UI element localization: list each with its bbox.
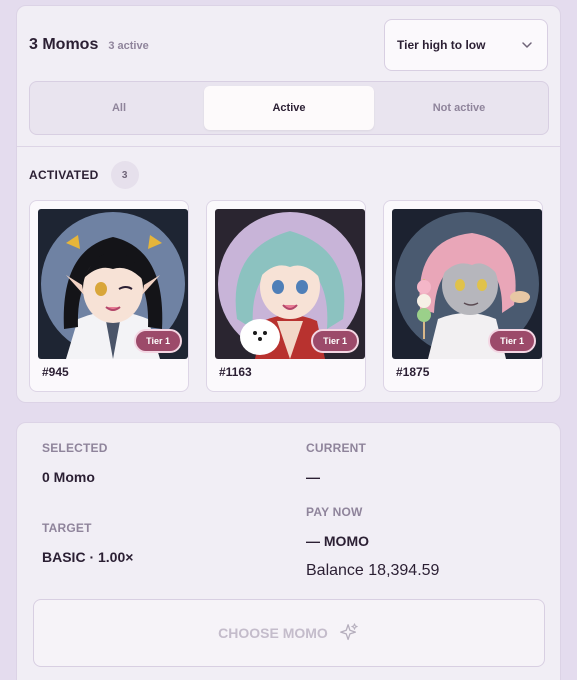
- momo-avatar-image: Tier 1: [392, 209, 542, 359]
- filter-active[interactable]: Active: [204, 86, 374, 130]
- current-label: CURRENT: [306, 441, 367, 455]
- momo-card[interactable]: Tier 1 #1875: [383, 200, 543, 392]
- momo-card[interactable]: Tier 1 #1163: [206, 200, 366, 392]
- chevron-down-icon: [522, 42, 532, 48]
- current-value: —: [306, 469, 320, 485]
- sort-dropdown[interactable]: Tier high to low: [384, 19, 548, 71]
- pay-now-value: — MOMO: [306, 533, 369, 549]
- pay-now-label: PAY NOW: [306, 505, 363, 519]
- page-title: 3 Momos: [29, 36, 99, 53]
- selected-value: 0 Momo: [42, 469, 95, 485]
- momo-id: #945: [42, 365, 69, 379]
- selected-label: SELECTED: [42, 441, 108, 455]
- divider: [17, 146, 560, 147]
- filter-all[interactable]: All: [34, 86, 204, 130]
- choose-momo-label: CHOOSE MOMO: [218, 625, 328, 641]
- section-count-badge: 3: [110, 161, 139, 189]
- summary-panel: SELECTED 0 Momo CURRENT — TARGET BASIC ·…: [16, 422, 561, 680]
- section-header: ACTIVATED 3: [29, 161, 139, 189]
- momo-avatar-image: Tier 1: [215, 209, 365, 359]
- tier-badge: Tier 1: [134, 329, 182, 353]
- section-label: ACTIVATED: [29, 168, 99, 182]
- balance-text: Balance 18,394.59: [306, 562, 440, 579]
- choose-momo-button[interactable]: CHOOSE MOMO: [33, 599, 545, 667]
- sparkle-icon: [339, 623, 358, 641]
- active-count: 3 active: [108, 40, 149, 52]
- momo-avatar-image: Tier 1: [38, 209, 188, 359]
- target-value: BASIC · 1.00×: [42, 549, 134, 565]
- momo-id: #1875: [396, 365, 430, 379]
- list-header: 3 Momos 3 active: [29, 36, 149, 54]
- tier-badge: Tier 1: [311, 329, 359, 353]
- tier-badge: Tier 1: [488, 329, 536, 353]
- momo-card[interactable]: Tier 1 #945: [29, 200, 189, 392]
- filter-not-active[interactable]: Not active: [374, 86, 544, 130]
- filter-segmented-control: All Active Not active: [29, 81, 549, 135]
- momo-list-panel: 3 Momos 3 active Tier high to low All Ac…: [16, 5, 561, 403]
- momo-id: #1163: [219, 365, 252, 379]
- sort-label: Tier high to low: [397, 38, 486, 52]
- target-label: TARGET: [42, 521, 92, 535]
